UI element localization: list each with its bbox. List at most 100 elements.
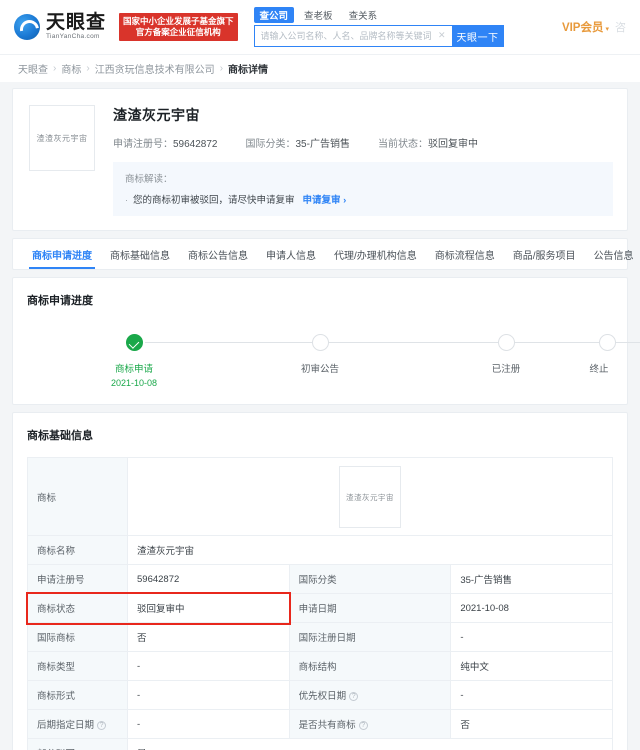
header-right: VIP会员 ▾ 咨 [562, 19, 630, 35]
search-tabs: 查公司 查老板 查关系 [253, 7, 504, 23]
logo-en: TianYanCha.com [46, 33, 100, 41]
basic-info-title: 商标基础信息 [27, 430, 93, 442]
step-terminated-label: 终止 [589, 364, 609, 375]
meta-class-label: 国际分类： [245, 139, 296, 150]
row-value-intl-class: 35-广告销售 [450, 564, 613, 594]
table-row: 后期指定日期? - 是否共有商标? 否 [27, 709, 613, 739]
basic-info-card: 商标基础信息 商标 渣渣灰元宇宙 商标名称 渣渣灰元宇宙 申请注册号 59642… [12, 412, 628, 750]
breadcrumb: 天眼查 › 商标 › 江西贪玩信息技术有限公司 › 商标详情 [0, 54, 640, 82]
row-value-priority-date: - [450, 680, 613, 710]
apply-review-link[interactable]: 申请复审 › [303, 192, 347, 206]
tab-public-notice[interactable]: 公告信息 [585, 239, 640, 269]
vip-member-menu[interactable]: VIP会员 ▾ [562, 19, 609, 35]
logo[interactable]: 天眼查 TianYanCha.com 国家中小企业发展子基金旗下 官方备案企业征… [14, 13, 238, 41]
row-label-priority-date-text: 优先权日期 [298, 691, 347, 702]
search-input[interactable] [253, 25, 452, 47]
interpretation-row: · 您的商标初审被驳回，请尽快申请复审 申请复审 › [125, 192, 601, 206]
table-row: 部分驳回 是 [27, 738, 613, 750]
row-value-trademark-type: - [127, 651, 290, 681]
detail-tabs: 商标申请进度 商标基础信息 商标公告信息 申请人信息 代理/办理机构信息 商标流… [23, 239, 634, 269]
row-label-later-designation-date-text: 后期指定日期 [37, 720, 95, 731]
table-row: 申请注册号 59642872 国际分类 35-广告销售 [27, 564, 613, 594]
search-tab-boss[interactable]: 查老板 [298, 7, 339, 23]
tab-applicant-info[interactable]: 申请人信息 [257, 239, 325, 269]
logo-cn: 天眼查 [46, 12, 107, 34]
meta-class-value: 35-广告销售 [295, 139, 350, 150]
trademark-image: 渣渣灰元宇宙 [339, 465, 401, 528]
application-progress-card: 商标申请进度 商标申请 2021-10-08 初审公告 已注册 终止 [12, 277, 640, 405]
help-icon[interactable]: ? [97, 721, 107, 730]
check-icon [125, 334, 143, 351]
row-value-trademark-name: 渣渣灰元宇宙 [127, 535, 613, 565]
row-value-shared-trademark: 否 [450, 709, 613, 739]
application-progress-title: 商标申请进度 [27, 295, 93, 307]
site-header: 天眼查 TianYanCha.com 国家中小企业发展子基金旗下 官方备案企业征… [0, 0, 640, 54]
row-value-trademark-form: - [127, 680, 290, 710]
meta-application-no-label: 申请注册号： [113, 139, 173, 150]
tab-announcement-info[interactable]: 商标公告信息 [179, 239, 257, 269]
circle-icon [599, 334, 616, 351]
help-icon[interactable]: ? [349, 692, 359, 701]
gov-badge-line2: 官方备案企业征信机构 [135, 27, 221, 37]
row-label-shared-trademark: 是否共有商标? [288, 709, 452, 739]
row-label-partial-rejection: 部分驳回 [27, 738, 128, 750]
search-tab-relation[interactable]: 查关系 [343, 7, 384, 23]
meta-status-value: 驳回复审中 [427, 139, 478, 150]
row-value-intl-trademark: 否 [127, 622, 290, 652]
row-label-trademark: 商标 [27, 457, 128, 536]
trademark-interpretation: 商标解读： · 您的商标初审被驳回，请尽快申请复审 申请复审 › [113, 162, 613, 216]
step-application-date: 2021-10-08 [110, 378, 158, 388]
chevron-down-icon: ▾ [605, 26, 609, 33]
row-label-intl-reg-date: 国际注册日期 [288, 622, 452, 652]
step-application-label: 商标申请 [114, 364, 153, 375]
trademark-summary-card: 渣渣灰元宇宙 渣渣灰元宇宙 申请注册号：59642872 国际分类：35-广告销… [12, 88, 628, 231]
bullet-icon: · [125, 195, 128, 205]
row-label-trademark-name: 商标名称 [27, 535, 128, 565]
tab-basic-info[interactable]: 商标基础信息 [101, 239, 179, 269]
breadcrumb-separator: › [219, 63, 224, 74]
step-connector [506, 342, 640, 343]
basic-info-table: 商标 渣渣灰元宇宙 商标名称 渣渣灰元宇宙 申请注册号 59642872 国际分… [27, 457, 613, 750]
meta-status: 当前状态：驳回复审中 [378, 135, 478, 150]
header-extra-item[interactable]: 咨 [615, 19, 626, 35]
search-tab-company[interactable]: 查公司 [253, 7, 295, 23]
trademark-thumbnail: 渣渣灰元宇宙 [29, 105, 95, 171]
search-button[interactable]: 天眼一下 [451, 25, 504, 47]
search-area: 查公司 查老板 查关系 天眼一下 ✕ [253, 7, 504, 47]
gov-badge: 国家中小企业发展子基金旗下 官方备案企业征信机构 [119, 13, 238, 41]
breadcrumb-item-trademark[interactable]: 商标 [61, 61, 81, 76]
trademark-meta: 申请注册号：59642872 国际分类：35-广告销售 当前状态：驳回复审中 [113, 135, 613, 150]
step-preliminary-announcement-label: 初审公告 [300, 364, 339, 375]
vip-label: VIP会员 [561, 22, 604, 34]
search-box: 天眼一下 [253, 25, 504, 47]
breadcrumb-item-home[interactable]: 天眼查 [18, 61, 48, 76]
gov-badge-line1: 国家中小企业发展子基金旗下 [123, 16, 234, 26]
row-label-shared-trademark-text: 是否共有商标 [298, 720, 356, 731]
tab-goods-services[interactable]: 商品/服务项目 [504, 239, 585, 269]
row-value-later-designation-date: - [127, 709, 290, 739]
table-row: 国际商标 否 国际注册日期 - [27, 622, 613, 652]
clear-icon[interactable]: ✕ [438, 30, 446, 41]
step-application[interactable]: 商标申请 2021-10-08 [41, 334, 320, 388]
row-label-trademark-structure: 商标结构 [288, 651, 452, 681]
row-label-trademark-form: 商标形式 [27, 680, 128, 710]
summary-main: 渣渣灰元宇宙 申请注册号：59642872 国际分类：35-广告销售 当前状态：… [113, 105, 613, 216]
row-value-partial-rejection: 是 [127, 738, 613, 750]
step-registered[interactable]: 已注册 [413, 334, 640, 388]
interpretation-heading: 商标解读： [125, 174, 173, 185]
tab-process-info[interactable]: 商标流程信息 [426, 239, 504, 269]
tab-agency-info[interactable]: 代理/办理机构信息 [325, 239, 426, 269]
table-row: 商标形式 - 优先权日期? - [27, 680, 613, 710]
tab-application-progress[interactable]: 商标申请进度 [23, 239, 101, 269]
basic-info-table-wrap: 商标 渣渣灰元宇宙 商标名称 渣渣灰元宇宙 申请注册号 59642872 国际分… [25, 457, 613, 750]
breadcrumb-item-company[interactable]: 江西贪玩信息技术有限公司 [95, 61, 215, 76]
row-label-priority-date: 优先权日期? [288, 680, 452, 710]
row-value-intl-reg-date: - [450, 622, 613, 652]
meta-application-no-value: 59642872 [173, 139, 218, 150]
table-row: 商标名称 渣渣灰元宇宙 [27, 535, 613, 565]
meta-status-label: 当前状态： [377, 139, 428, 150]
breadcrumb-separator: › [53, 63, 57, 74]
row-label-trademark-type: 商标类型 [27, 651, 128, 681]
step-preliminary-announcement[interactable]: 初审公告 [227, 334, 506, 388]
help-icon[interactable]: ? [358, 721, 368, 730]
